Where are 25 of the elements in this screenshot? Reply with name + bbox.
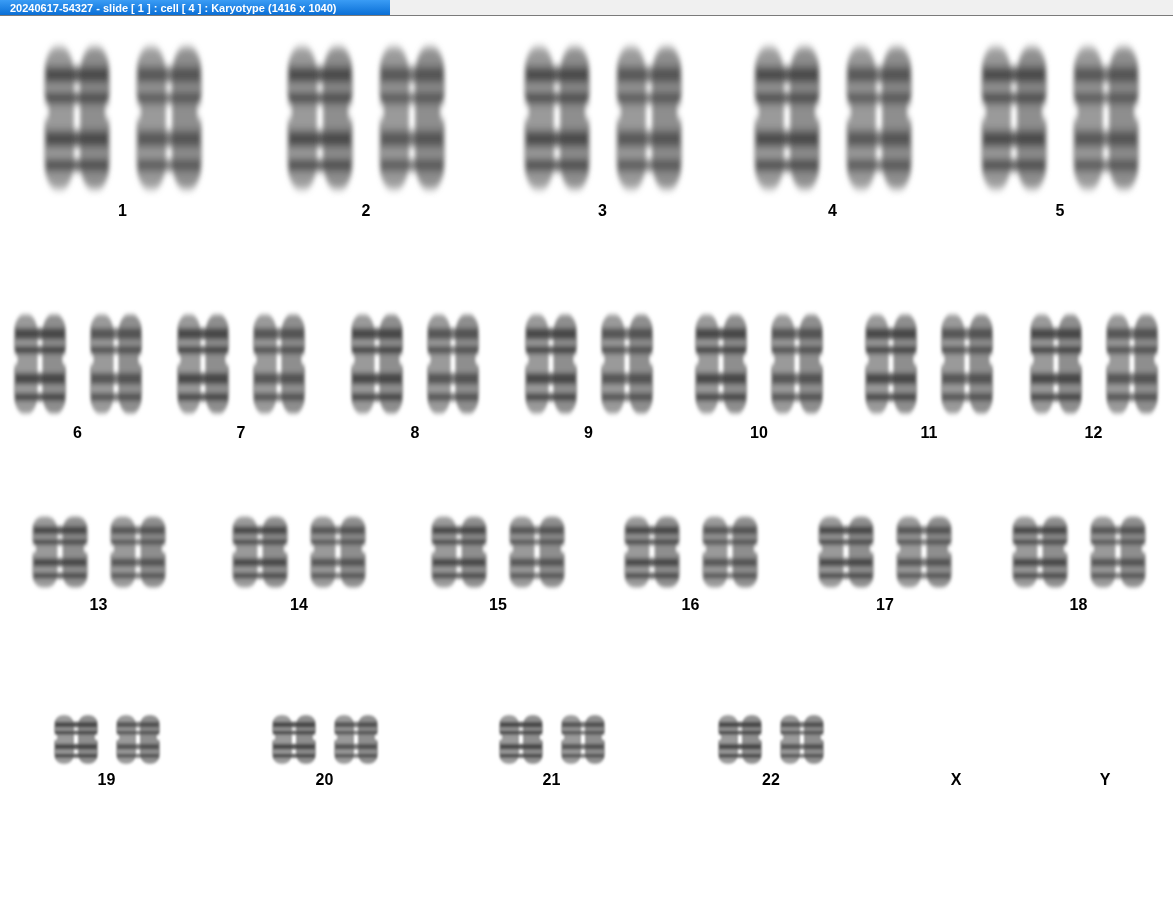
- chromosome-label: 20: [315, 771, 334, 789]
- chromosome-label: 18: [1069, 596, 1088, 614]
- chromosome-label: 4: [828, 202, 837, 220]
- chromosome-label: 16: [681, 596, 700, 614]
- chromosome-label: 6: [73, 424, 82, 442]
- chromosome-label: 9: [584, 424, 593, 442]
- chromosome-label: 15: [489, 596, 507, 614]
- chromosome-label: 8: [410, 424, 420, 442]
- chromosome-label: 14: [290, 596, 308, 614]
- chromosome-label: X: [950, 771, 962, 789]
- chromosome-label: 19: [97, 771, 116, 789]
- chromosome-label: 10: [750, 424, 768, 442]
- chromosome-label: 21: [542, 771, 561, 789]
- chromosome-label: 22: [762, 771, 780, 789]
- chromosome-label: 5: [1055, 202, 1065, 220]
- chromosome-label: 3: [598, 202, 607, 220]
- chromosome-label: Y: [1099, 771, 1111, 789]
- chromosome-label: 7: [236, 424, 246, 442]
- chromosome-label: 17: [876, 596, 894, 614]
- chromosome-label: 11: [920, 424, 938, 442]
- chromosome-label: 13: [89, 596, 108, 614]
- window-title: 20240617-54327 - slide [ 1 ] : cell [ 4 ] : Karyotype (1416 x 1040): [0, 0, 390, 15]
- chromosome-label: 1: [118, 202, 127, 220]
- chromosome-label: 12: [1084, 424, 1103, 442]
- chromosome-label: 2: [361, 202, 371, 220]
